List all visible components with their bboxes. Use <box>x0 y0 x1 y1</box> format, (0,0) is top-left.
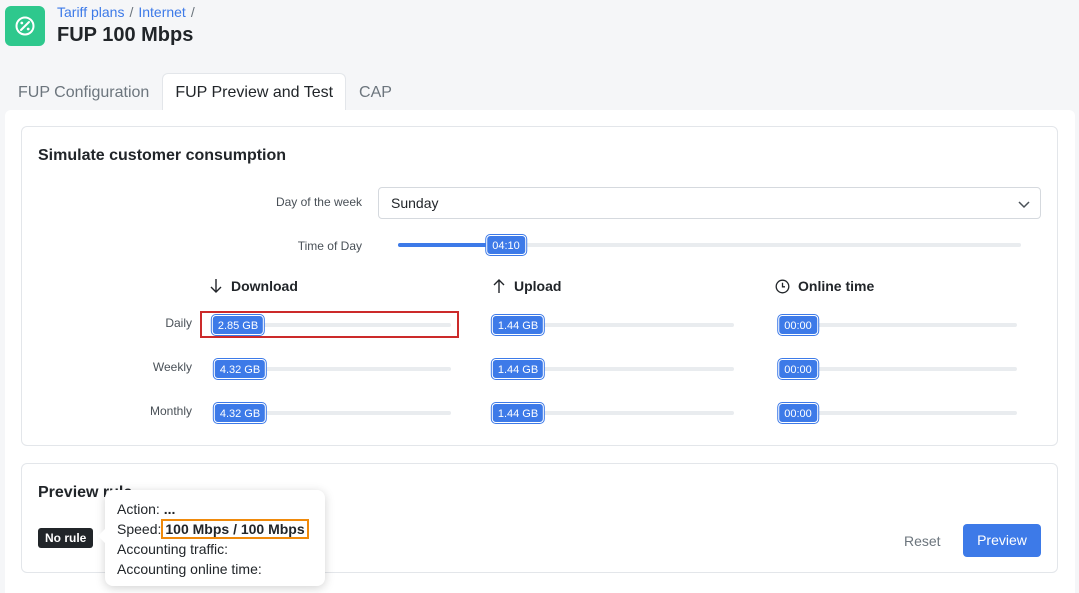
rule-tooltip: Action: ... Speed: 100 Mbps / 100 Mbps Ac… <box>98 490 325 586</box>
day-of-week-label: Day of the week <box>275 195 362 209</box>
accounting-online-time-label: Accounting online time: <box>117 561 262 577</box>
arrow-down-icon <box>210 279 222 293</box>
page-title: FUP 100 Mbps <box>57 24 194 46</box>
online-time-column-header: Online time <box>775 278 874 294</box>
weekly-online-time-handle[interactable]: 00:00 <box>778 359 818 379</box>
reset-button[interactable]: Reset <box>895 525 950 557</box>
monthly-online-time-handle[interactable]: 00:00 <box>778 403 818 423</box>
monthly-upload-handle[interactable]: 1.44 GB <box>491 403 545 423</box>
tab-fup-preview-and-test[interactable]: FUP Preview and Test <box>162 73 347 111</box>
daily-label: Daily <box>165 316 192 330</box>
breadcrumb-separator: / <box>129 4 134 20</box>
daily-download-handle[interactable]: 2.85 GB <box>211 315 265 335</box>
weekly-label: Weekly <box>152 360 192 374</box>
speed-label: Speed: <box>117 521 162 537</box>
upload-label: Upload <box>514 278 562 294</box>
day-of-week-value: Sunday <box>391 195 439 211</box>
percent-gauge-icon <box>15 16 35 36</box>
monthly-download-handle[interactable]: 4.32 GB <box>213 403 267 423</box>
simulate-title: Simulate customer consumption <box>38 147 287 164</box>
tooltip-speed-row: Speed: 100 Mbps / 100 Mbps <box>117 519 313 539</box>
app-logo <box>5 6 45 46</box>
breadcrumb-internet[interactable]: Internet <box>138 4 185 20</box>
speed-value: 100 Mbps / 100 Mbps <box>161 519 309 539</box>
arrow-up-icon <box>493 279 505 293</box>
no-rule-badge[interactable]: No rule <box>38 528 94 548</box>
download-label: Download <box>231 278 298 294</box>
download-column-header: Download <box>209 278 298 294</box>
daily-online-time-handle[interactable]: 00:00 <box>778 315 818 335</box>
tab-fup-configuration[interactable]: FUP Configuration <box>5 73 162 111</box>
breadcrumb: Tariff plans / Internet / <box>57 4 195 20</box>
tab-cap[interactable]: CAP <box>346 73 405 111</box>
breadcrumb-tariff-plans[interactable]: Tariff plans <box>57 4 124 20</box>
online-time-label: Online time <box>798 278 875 294</box>
day-of-week-select[interactable]: Sunday <box>378 187 1041 219</box>
time-of-day-handle[interactable]: 04:10 <box>486 235 526 255</box>
weekly-download-handle[interactable]: 4.32 GB <box>213 359 267 379</box>
upload-column-header: Upload <box>492 278 561 294</box>
action-value: ... <box>163 501 176 517</box>
tooltip-action-row: Action: ... <box>117 499 313 519</box>
preview-button[interactable]: Preview <box>963 524 1041 557</box>
tab-bar: FUP Configuration FUP Preview and Test C… <box>5 73 405 111</box>
chevron-down-icon <box>1018 201 1030 209</box>
breadcrumb-separator: / <box>190 4 195 20</box>
clock-icon <box>775 279 790 294</box>
accounting-traffic-label: Accounting traffic: <box>117 541 229 557</box>
daily-upload-handle[interactable]: 1.44 GB <box>491 315 545 335</box>
action-label: Action: <box>117 501 160 517</box>
weekly-upload-handle[interactable]: 1.44 GB <box>491 359 545 379</box>
time-of-day-label: Time of Day <box>297 239 362 253</box>
monthly-label: Monthly <box>149 404 192 418</box>
